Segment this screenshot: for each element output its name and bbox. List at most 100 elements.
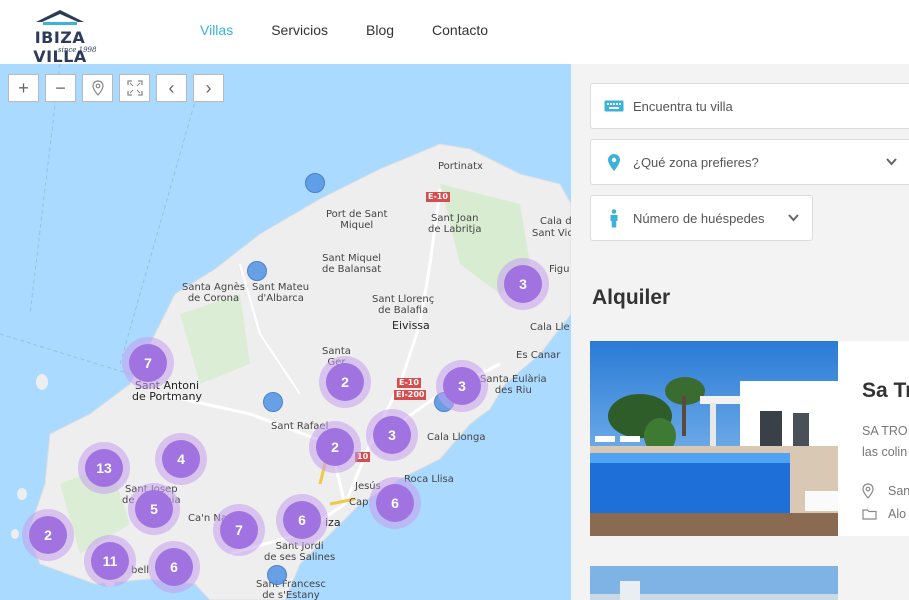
- villa-cluster[interactable]: 4: [155, 433, 207, 485]
- fullscreen-button[interactable]: [119, 74, 150, 102]
- villa-cluster[interactable]: 3: [436, 360, 488, 412]
- cluster-count: 2: [29, 516, 67, 554]
- nav-contacto[interactable]: Contacto: [432, 22, 488, 38]
- map-pin-icon: [603, 153, 625, 171]
- cluster-count: 6: [155, 548, 193, 586]
- villa-cluster[interactable]: 11: [84, 535, 136, 587]
- cluster-count: 7: [129, 344, 167, 382]
- zone-placeholder: ¿Qué zona prefieres?: [633, 154, 759, 170]
- cluster-count: 7: [220, 511, 258, 549]
- villa-marker[interactable]: [263, 392, 283, 412]
- villa-cluster[interactable]: 2: [319, 356, 371, 408]
- cluster-count: 13: [85, 449, 123, 487]
- place-figu: Figu: [549, 264, 570, 275]
- expand-icon: [126, 80, 143, 96]
- main-nav: Villas Servicios Blog Contacto: [200, 22, 526, 38]
- villa-title[interactable]: Sa Tr: [862, 379, 909, 403]
- place-sant-llorenc: Sant Llorenç de Balafia: [372, 294, 435, 316]
- keyboard-icon: [603, 100, 625, 112]
- villa-cluster[interactable]: 13: [78, 442, 130, 494]
- villa-cluster[interactable]: 2: [309, 421, 361, 473]
- villa-card[interactable]: Sa Tr SA TRO las colin San Alo: [590, 341, 909, 536]
- villa-cluster[interactable]: 7: [213, 504, 265, 556]
- cluster-count: 3: [373, 416, 411, 454]
- place-cala-lle: Cala Lle: [530, 322, 570, 333]
- villa-type-text: Alo: [888, 507, 907, 521]
- guests-select[interactable]: Número de huéspedes: [590, 195, 813, 241]
- plus-icon: +: [18, 77, 29, 98]
- cluster-count: 2: [316, 428, 354, 466]
- cluster-count: 4: [162, 440, 200, 478]
- zoom-in-button[interactable]: +: [8, 74, 39, 102]
- villa-type: Alo: [862, 507, 906, 521]
- villa-cluster[interactable]: 6: [276, 494, 328, 546]
- place-portinatx: Portinatx: [438, 161, 483, 172]
- guests-placeholder: Número de huéspedes: [633, 210, 765, 226]
- villa-description-line: las colin: [862, 445, 908, 459]
- villa-cluster[interactable]: 2: [22, 509, 74, 561]
- cluster-count: 2: [326, 363, 364, 401]
- logo[interactable]: IBIZA VILLA since 1998: [14, 8, 106, 66]
- villa-location: San: [862, 483, 909, 499]
- place-santa-agnes: Santa Agnès de Corona: [182, 282, 245, 304]
- villa-description-line: SA TRO: [862, 424, 908, 438]
- cluster-count: 6: [283, 501, 321, 539]
- villa-search-placeholder: Encuentra tu villa: [633, 98, 733, 114]
- place-sant-mateu: Sant Mateu d'Albarca: [252, 282, 310, 304]
- villa-name-search[interactable]: Encuentra tu villa: [590, 83, 909, 129]
- villa-cluster[interactable]: 5: [128, 483, 180, 535]
- folder-icon: [862, 508, 880, 520]
- cluster-count: 11: [91, 542, 129, 580]
- place-santa-eularia: Santa Eulària des Riu: [480, 374, 547, 396]
- map[interactable]: Portinatx Port de Sant Miquel Sant Joan …: [0, 64, 571, 600]
- cluster-count: 3: [504, 265, 542, 303]
- villa-photo[interactable]: [590, 341, 838, 536]
- zoom-out-button[interactable]: −: [45, 74, 76, 102]
- nav-blog[interactable]: Blog: [366, 22, 394, 38]
- next-button[interactable]: ›: [193, 74, 224, 102]
- villa-photo-next[interactable]: [590, 566, 838, 600]
- place-sant-francesc: Sant Francesc de s'Estany: [256, 579, 326, 600]
- villa-cluster[interactable]: 3: [497, 258, 549, 310]
- search-panel: Encuentra tu villa ¿Qué zona prefieres? …: [571, 64, 909, 600]
- road-label: E-10: [397, 378, 421, 388]
- place-cala-llonga: Cala Llonga: [427, 432, 486, 443]
- cluster-count: 3: [443, 367, 481, 405]
- map-pin-icon: [862, 483, 880, 499]
- villa-marker[interactable]: [267, 565, 287, 585]
- nav-servicios[interactable]: Servicios: [271, 22, 328, 38]
- minus-icon: −: [55, 77, 66, 98]
- place-cala-de: Cala de: [540, 216, 571, 227]
- logo-tagline: since 1998: [58, 46, 97, 54]
- place-sant-vic: Sant Vic: [532, 228, 571, 239]
- villa-cluster[interactable]: 7: [122, 337, 174, 389]
- place-port-sant-miquel: Port de Sant Miquel: [326, 209, 388, 231]
- villa-description: SA TRO las colin: [862, 421, 908, 463]
- map-controls: + − ‹ ›: [8, 74, 224, 102]
- villa-cluster[interactable]: 6: [369, 477, 421, 529]
- villa-marker[interactable]: [247, 261, 267, 281]
- place-sant-joan: Sant Joan de Labritja: [428, 213, 482, 235]
- chevron-down-icon: [886, 155, 897, 169]
- locate-button[interactable]: [82, 74, 113, 102]
- villa-cluster[interactable]: 6: [148, 541, 200, 593]
- road-label: EI-200: [394, 390, 427, 400]
- villa-marker[interactable]: [305, 173, 325, 193]
- site-header: IBIZA VILLA since 1998 Villas Servicios …: [0, 0, 909, 66]
- place-es-canar: Es Canar: [516, 350, 561, 361]
- road-label: E-10: [426, 192, 450, 202]
- chevron-left-icon: ‹: [168, 77, 175, 98]
- villa-cluster[interactable]: 3: [366, 409, 418, 461]
- cluster-count: 5: [135, 490, 173, 528]
- place-eivissa: Eivissa: [392, 319, 430, 332]
- chevron-right-icon: ›: [205, 77, 212, 98]
- map-pin-icon: [91, 80, 104, 96]
- prev-button[interactable]: ‹: [156, 74, 187, 102]
- place-cap: Cap: [349, 497, 369, 508]
- place-sant-miquel-balansat: Sant Miquel de Balansat: [322, 253, 382, 275]
- house-roof-icon: [36, 10, 84, 25]
- nav-villas[interactable]: Villas: [200, 22, 233, 38]
- cluster-count: 6: [376, 484, 414, 522]
- zone-select[interactable]: ¿Qué zona prefieres?: [590, 139, 909, 185]
- section-title: Alquiler: [592, 286, 671, 309]
